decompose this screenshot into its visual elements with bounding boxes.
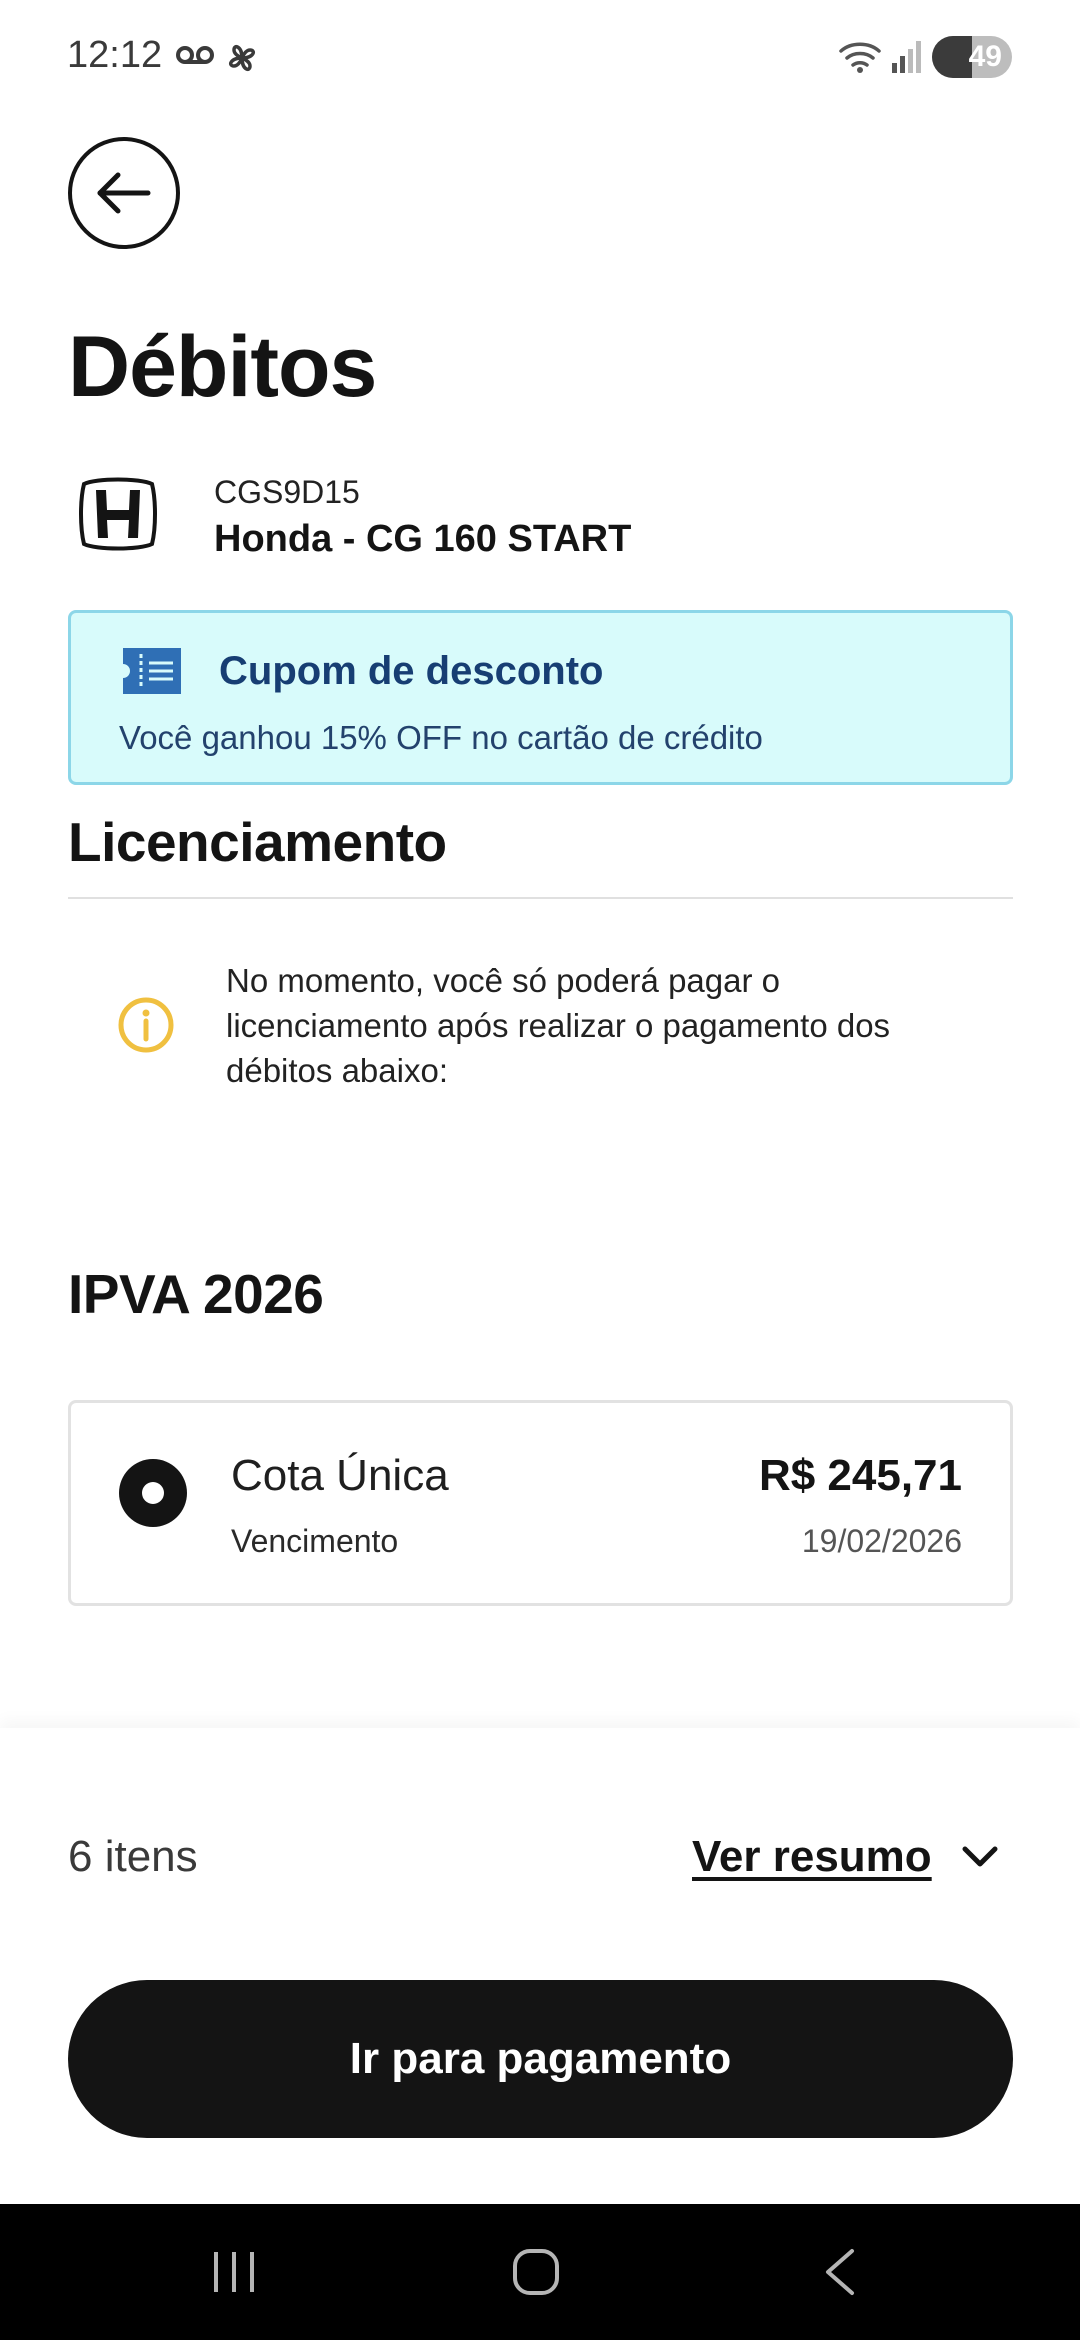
option-due-label: Vencimento [231,1523,399,1559]
radio-selected[interactable] [119,1459,187,1527]
recent-apps-icon[interactable] [212,2250,256,2294]
go-to-payment-button[interactable]: Ir para pagamento [68,1980,1013,2138]
battery-level: 49 [968,40,1002,73]
vehicle-model: Honda - CG 160 START [214,518,632,560]
chevron-down-icon[interactable] [960,1842,1000,1872]
option-label: Cota Única [231,1451,449,1500]
system-nav-bar [0,2204,1080,2340]
licenciamento-notice: No momento, você só poderá pagar o licen… [226,962,891,1089]
arrow-left-icon [97,172,151,214]
vehicle-info: CGS9D15 Honda - CG 160 START [68,470,1012,570]
status-icons-right: 49 [838,36,1012,78]
back-nav-icon[interactable] [822,2248,856,2296]
info-icon [118,997,174,1053]
view-summary-link[interactable]: Ver resumo [692,1832,932,1882]
section-title-ipva: IPVA 2026 [68,1263,324,1325]
status-time: 12:12 [67,34,163,76]
pinwheel-icon [229,45,255,71]
vehicle-plate: CGS9D15 [214,474,360,510]
coupon-title: Cupom de desconto [219,649,604,693]
wifi-icon [839,42,881,73]
option-due-date: 19/02/2026 [801,1523,962,1559]
status-icons-left [176,40,260,76]
signal-icon [892,41,921,73]
honda-logo [79,477,157,551]
home-icon[interactable] [512,2248,560,2296]
bottom-summary-panel: 6 itens Ver resumo Ir para pagamento [0,1728,1080,2204]
battery-icon: 49 [932,36,1012,78]
voicemail-icon [176,46,214,64]
coupon-banner[interactable]: Cupom de desconto Você ganhou 15% OFF no… [68,610,1013,785]
page-title: Débitos [68,319,377,415]
option-amount: R$ 245,71 [758,1451,962,1500]
items-count: 6 itens [68,1832,198,1881]
divider [68,897,1013,899]
ipva-option-card[interactable]: Cota Única Vencimento R$ 245,71 19/02/20… [68,1400,1013,1606]
coupon-text: Você ganhou 15% OFF no cartão de crédito [119,719,763,756]
ticket-icon [123,648,181,694]
back-button[interactable] [68,137,180,249]
status-bar: 12:12 49 [0,0,1080,120]
section-title-licenciamento: Licenciamento [68,811,447,873]
